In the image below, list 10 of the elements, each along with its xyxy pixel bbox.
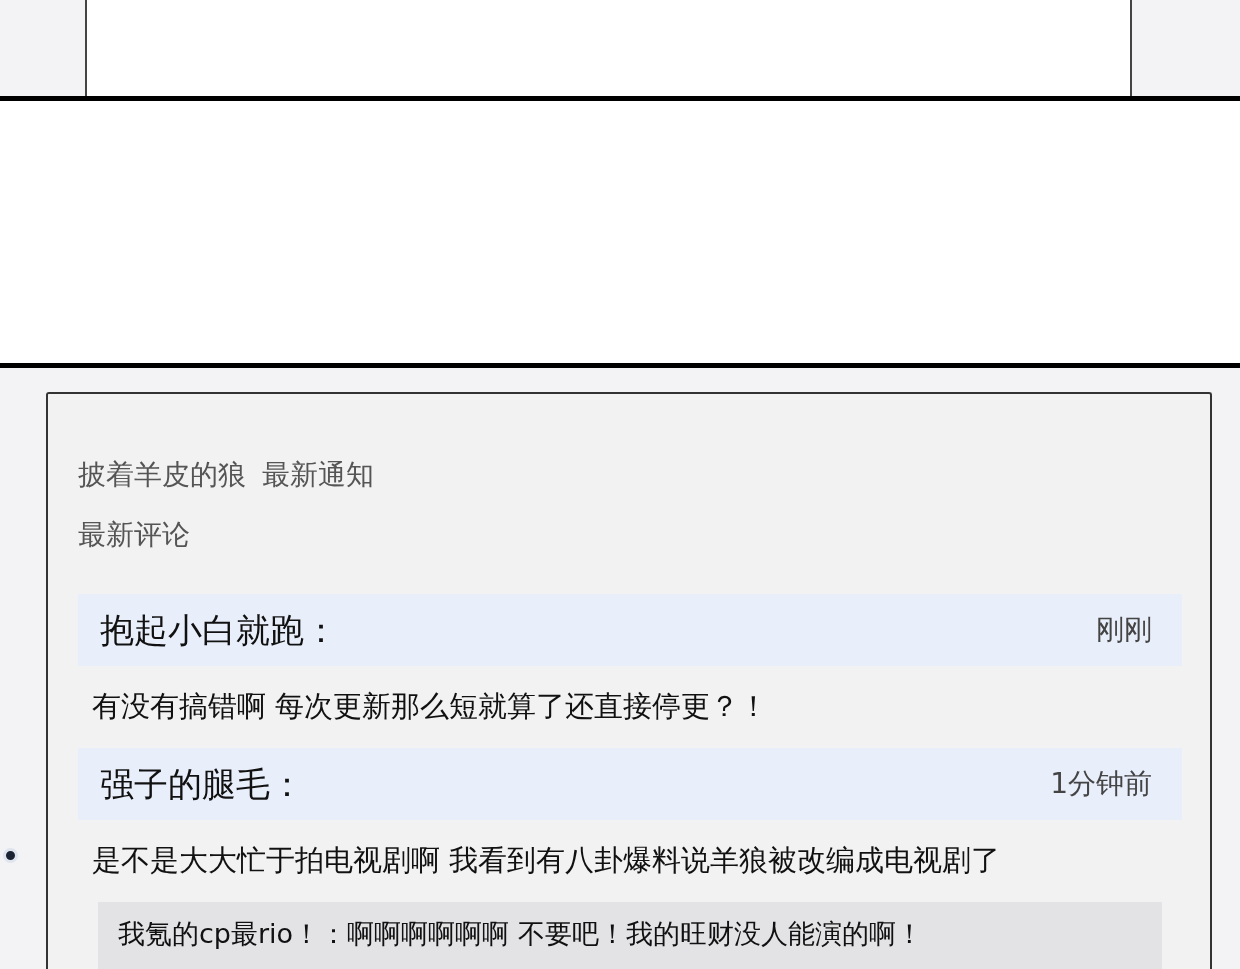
page-title: 披着羊皮的狼 bbox=[78, 457, 246, 493]
comment-text: 有没有搞错啊 每次更新那么短就算了还直接停更？！ bbox=[91, 688, 770, 726]
reply-text: 我氪的cp最rio！：啊啊啊啊啊啊 不要吧！我的旺财没人能演的啊！ bbox=[118, 918, 923, 949]
comment-author: 抱起小白就跑： bbox=[100, 608, 338, 652]
comment-text: 是不是大大忙于拍电视剧啊 我看到有八卦爆料说羊狼被改编成电视剧了 bbox=[91, 842, 1002, 880]
comment-time: 1分钟前 bbox=[1050, 766, 1152, 802]
comment-author: 强子的腿毛： bbox=[100, 762, 304, 806]
comment-time: 刚刚 bbox=[1096, 612, 1152, 648]
section-title: 最新评论 bbox=[78, 517, 191, 553]
notice-link[interactable]: 最新通知 bbox=[262, 454, 374, 496]
